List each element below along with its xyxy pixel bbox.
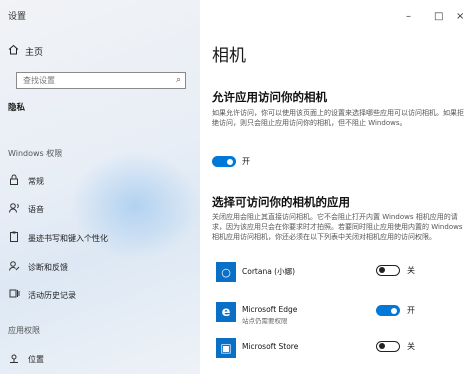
sidebar-item-inking[interactable]: 墨迹书写和键入个性化 [8, 231, 108, 245]
choose-apps-heading: 选择可访问你的相机的应用 [212, 195, 350, 209]
lock-icon [8, 174, 20, 188]
edge-icon: e [216, 302, 236, 322]
section-windows-permissions: Windows 权限 [8, 149, 63, 158]
home-icon [8, 44, 19, 58]
speech-icon [8, 202, 20, 216]
sidebar-item-label: 语音 [28, 204, 44, 214]
search-icon[interactable]: ⌕ [176, 75, 181, 85]
section-app-permissions: 应用权限 [8, 326, 40, 335]
sidebar-home[interactable]: 主页 [8, 44, 43, 58]
minimize-button[interactable]: – [406, 11, 411, 22]
app-row-store: ▣ Microsoft Store 关 [212, 338, 462, 362]
search-placeholder: 查找设置 [23, 76, 55, 85]
toggle-switch[interactable] [376, 265, 400, 276]
history-icon [8, 288, 20, 302]
app-subtext: 站点仍需要权限 [242, 317, 288, 325]
sidebar-item-label: 位置 [28, 354, 44, 364]
toggle-switch[interactable] [212, 156, 236, 167]
app-name: Microsoft Store [242, 342, 299, 351]
sidebar-item-label: 常规 [28, 176, 44, 186]
toggle-label: 开 [407, 306, 415, 315]
home-label: 主页 [25, 47, 44, 58]
search-input[interactable]: 查找设置 ⌕ [16, 72, 186, 89]
allow-access-heading: 允许应用访问你的相机 [212, 90, 327, 104]
app-toggle-edge[interactable]: 开 [376, 305, 415, 316]
main-panel: – □ × 相机 允许应用访问你的相机 如果允许访问，你可以使用该页面上的设置来… [200, 0, 466, 374]
camera-access-toggle[interactable]: 开 [212, 156, 250, 167]
toggle-switch[interactable] [376, 341, 400, 352]
feedback-icon [8, 260, 20, 274]
close-button[interactable]: × [456, 11, 464, 22]
category-title: 隐私 [8, 103, 26, 113]
sidebar-item-label: 墨迹书写和键入个性化 [28, 233, 108, 243]
choose-apps-description: 关闭应用会阻止其直接访问相机。它不会阻止打开内置 Windows 相机应用的请求… [212, 213, 463, 241]
allow-access-description: 如果允许访问，你可以使用该页面上的设置来选择哪些应用可以访问相机。如果拒绝访问，… [212, 109, 464, 127]
sidebar-item-location[interactable]: 位置 [8, 352, 44, 366]
location-icon [8, 352, 20, 366]
cortana-icon: ○ [216, 262, 236, 282]
clipboard-icon [8, 231, 20, 245]
toggle-switch[interactable] [376, 305, 400, 316]
sidebar-item-general[interactable]: 常规 [8, 174, 44, 188]
maximize-button[interactable]: □ [434, 11, 443, 22]
sidebar-item-activity-history[interactable]: 活动历史记录 [8, 288, 76, 302]
app-row-edge: e Microsoft Edge 站点仍需要权限 开 [212, 302, 462, 326]
app-toggle-cortana[interactable]: 关 [376, 265, 415, 276]
sidebar-item-label: 诊断和反馈 [28, 262, 68, 272]
sidebar-item-label: 活动历史记录 [28, 290, 76, 300]
sidebar-item-speech[interactable]: 语音 [8, 202, 44, 216]
sidebar-item-diagnostics[interactable]: 诊断和反馈 [8, 260, 68, 274]
app-row-cortana: ○ Cortana (小娜) 关 [212, 262, 462, 286]
window-title: 设置 [8, 12, 27, 22]
toggle-label: 开 [242, 157, 250, 166]
app-name: Microsoft Edge [242, 305, 298, 314]
sidebar: 设置 主页 查找设置 ⌕ 隐私 Windows 权限 常规 语音 墨迹书写和键入… [0, 0, 200, 374]
toggle-label: 关 [407, 342, 415, 351]
page-title: 相机 [212, 46, 246, 66]
app-name: Cortana (小娜) [242, 267, 296, 276]
app-toggle-store[interactable]: 关 [376, 341, 415, 352]
store-icon: ▣ [216, 338, 236, 358]
toggle-label: 关 [407, 266, 415, 275]
